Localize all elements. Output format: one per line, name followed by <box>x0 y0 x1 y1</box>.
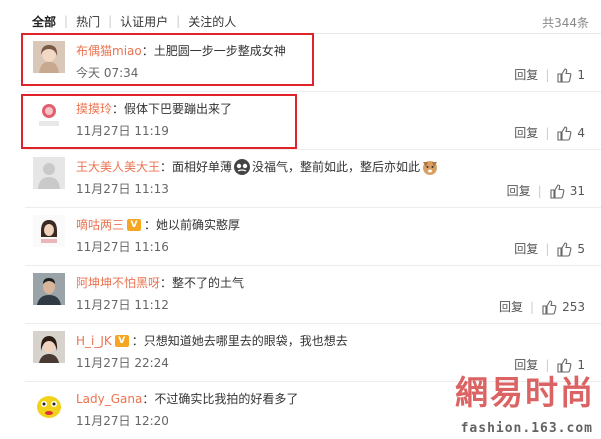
comment-time: 11月27日 22:24 <box>76 356 169 370</box>
dog-emoji-icon <box>423 161 438 175</box>
thumbs-up-icon <box>550 183 565 199</box>
thumbs-up-icon <box>542 299 557 315</box>
watermark: 網易时尚 fashion.163.com <box>413 366 595 436</box>
watermark-logo: 網易时尚 <box>455 373 595 412</box>
comment-item: 阿坤坤不怕黑呀：整不了的土气 11月27日 11:12 回复 | 253 <box>25 266 601 324</box>
colon: ： <box>131 334 144 348</box>
action-separator: | <box>537 183 542 198</box>
action-separator: | <box>530 299 535 314</box>
reply-button[interactable]: 回复 <box>514 124 538 141</box>
avatar[interactable] <box>33 157 65 189</box>
like-count: 4 <box>577 125 585 140</box>
comment-username[interactable]: 嘀咕两三 <box>76 216 124 234</box>
comment-text: 整不了的土气 <box>172 276 245 290</box>
highlight-box <box>21 94 297 149</box>
comment-item: 嘀咕两三 V：她以前确实憨厚 11月27日 11:16 回复 | 5 <box>25 208 601 266</box>
like-button[interactable]: 5 <box>556 241 585 257</box>
thumbs-up-icon <box>557 125 572 141</box>
reply-button[interactable]: 回复 <box>507 182 531 199</box>
like-count: 253 <box>562 299 585 314</box>
colon: ： <box>160 276 173 290</box>
comment-filter-tabs: 全部 | 热门 | 认证用户 | 关注的人 <box>32 10 244 32</box>
like-count: 31 <box>569 183 585 198</box>
comment-username[interactable]: H_i_JK <box>76 332 112 350</box>
reply-button[interactable]: 回复 <box>514 240 538 257</box>
action-separator: | <box>545 125 550 140</box>
like-button[interactable]: 253 <box>541 299 585 315</box>
comment-text: 没福气，整前如此，整后亦如此 <box>252 160 421 174</box>
like-count: 1 <box>577 67 585 82</box>
like-count: 5 <box>577 241 585 256</box>
avatar[interactable] <box>33 331 65 363</box>
comment-username[interactable]: 王大美人美大王 <box>76 158 160 176</box>
watermark-url: fashion.163.com <box>460 421 593 436</box>
comment-text: 面相好单薄 <box>172 160 233 174</box>
action-separator: | <box>545 67 550 82</box>
colon: ： <box>160 160 173 174</box>
like-button[interactable]: 4 <box>556 125 585 141</box>
comment-time: 11月27日 11:16 <box>76 240 169 254</box>
tab-all[interactable]: 全部 <box>32 13 64 30</box>
reply-button[interactable]: 回复 <box>499 298 523 315</box>
comment-username[interactable]: Lady_Gana <box>76 390 142 408</box>
avatar[interactable] <box>33 215 65 247</box>
comment-text: 只想知道她去哪里去的眼袋，我也想去 <box>143 334 348 348</box>
like-button[interactable]: 31 <box>549 183 585 199</box>
tab-following[interactable]: 关注的人 <box>180 13 244 30</box>
avatar[interactable] <box>33 389 65 421</box>
tab-verified-users[interactable]: 认证用户 <box>112 13 176 30</box>
highlight-box <box>21 33 314 86</box>
comment-item: 王大美人美大王：面相好单薄 没福气，整前如此，整后亦如此 11月27日 11:13… <box>25 150 601 208</box>
comment-username[interactable]: 阿坤坤不怕黑呀 <box>76 274 160 292</box>
vip-badge-icon: V <box>114 335 129 347</box>
comment-time: 11月27日 12:20 <box>76 414 169 428</box>
like-button[interactable]: 1 <box>556 67 585 83</box>
colon: ： <box>144 218 157 232</box>
face-emoji-icon <box>234 159 251 175</box>
thumbs-up-icon <box>557 67 572 83</box>
comment-time: 11月27日 11:12 <box>76 298 169 312</box>
comment-total-count: 共344条 <box>542 16 589 30</box>
thumbs-up-icon <box>557 241 572 257</box>
vip-badge-icon: V <box>127 219 142 231</box>
comment-text: 她以前确实憨厚 <box>156 218 241 232</box>
tab-hot[interactable]: 热门 <box>68 13 108 30</box>
colon: ： <box>142 392 155 406</box>
comment-time: 11月27日 11:13 <box>76 182 169 196</box>
action-separator: | <box>545 241 550 256</box>
comment-text: 不过确实比我拍的好看多了 <box>154 392 299 406</box>
reply-button[interactable]: 回复 <box>514 66 538 83</box>
avatar[interactable] <box>33 273 65 305</box>
